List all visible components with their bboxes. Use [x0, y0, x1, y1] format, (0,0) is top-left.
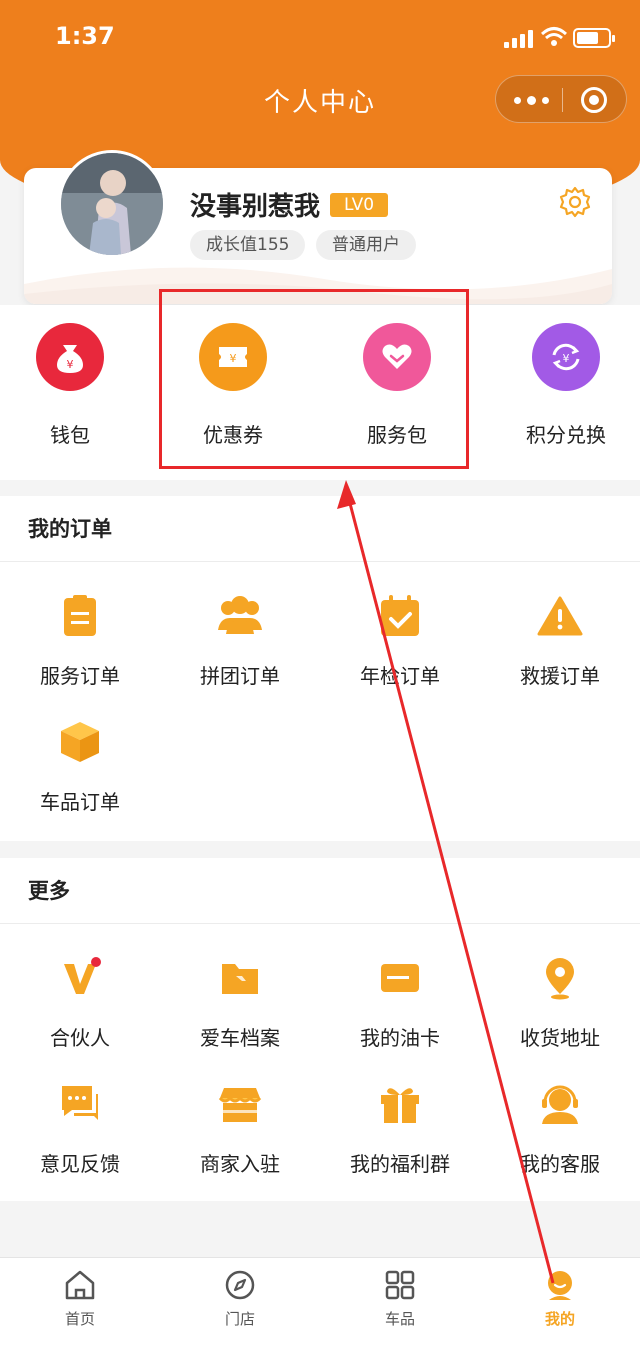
grid-label: 年检订单 — [360, 664, 440, 688]
tab-home[interactable]: 首页 — [0, 1268, 160, 1329]
grid-label: 爱车档案 — [200, 1026, 280, 1050]
section-title: 我的订单 — [0, 496, 640, 562]
avatar[interactable] — [58, 150, 166, 258]
my-orders-section: 我的订单 服务订单 拼团订单 年检订单 救援订单 车品订单 — [0, 496, 640, 841]
grid-label: 我的客服 — [520, 1152, 600, 1176]
tab-car-products[interactable]: 车品 — [320, 1268, 480, 1329]
order-item-rescue[interactable]: 救援订单 — [480, 592, 640, 689]
grid-label: 商家入驻 — [200, 1152, 280, 1176]
location-pin-icon — [536, 954, 584, 1002]
compass-icon — [223, 1268, 257, 1302]
annotation-highlight-box — [159, 289, 469, 469]
signal-icon — [504, 30, 534, 48]
gift-icon — [376, 1080, 424, 1128]
box-icon — [56, 718, 104, 766]
battery-icon — [573, 28, 615, 48]
grid-label: 我的福利群 — [350, 1152, 450, 1176]
grid-label: 合伙人 — [50, 1026, 110, 1050]
home-icon — [63, 1268, 97, 1302]
more-item-feedback[interactable]: 意见反馈 — [0, 1080, 160, 1177]
tab-label: 门店 — [224, 1310, 255, 1328]
grid-label: 拼团订单 — [200, 664, 280, 688]
clipboard-icon — [56, 592, 104, 640]
grid-label: 救援订单 — [520, 664, 600, 688]
more-item-fuel-card[interactable]: 我的油卡 — [320, 954, 480, 1051]
gear-icon[interactable] — [558, 185, 592, 219]
user-icon — [543, 1268, 577, 1302]
username: 没事别惹我 — [190, 192, 321, 222]
more-item-customer-service[interactable]: 我的客服 — [480, 1080, 640, 1177]
quick-item-wallet[interactable]: ¥ 钱包 — [0, 323, 140, 448]
tab-mine[interactable]: 我的 — [480, 1268, 640, 1329]
quick-item-points-exchange[interactable]: ¥ 积分兑换 — [496, 323, 636, 448]
svg-text:¥: ¥ — [67, 358, 74, 371]
chat-bubble-icon — [56, 1080, 104, 1128]
v-partner-icon — [56, 954, 104, 1002]
headset-icon — [536, 1080, 584, 1128]
more-item-car-archive[interactable]: 爱车档案 — [160, 954, 320, 1051]
grid-label: 我的油卡 — [360, 1026, 440, 1050]
more-item-partner[interactable]: 合伙人 — [0, 954, 160, 1051]
close-mini-program-icon[interactable] — [581, 87, 607, 113]
tab-stores[interactable]: 门店 — [160, 1268, 320, 1329]
quick-label: 钱包 — [50, 423, 90, 447]
user-type-tag: 普通用户 — [316, 230, 416, 260]
grid-label: 车品订单 — [40, 790, 120, 814]
order-item-car-products[interactable]: 车品订单 — [0, 718, 160, 815]
svg-text:¥: ¥ — [563, 352, 570, 365]
more-options-icon[interactable] — [514, 90, 550, 110]
warning-icon — [536, 592, 584, 640]
wifi-icon — [541, 27, 567, 46]
quick-label: 积分兑换 — [526, 423, 606, 447]
more-item-merchant-join[interactable]: 商家入驻 — [160, 1080, 320, 1177]
grid-label: 意见反馈 — [40, 1152, 120, 1176]
growth-value-tag: 成长值155 — [190, 230, 306, 260]
money-bag-icon: ¥ — [36, 323, 104, 391]
grid-label: 服务订单 — [40, 664, 120, 688]
group-icon — [216, 592, 264, 640]
status-time: 1:37 — [55, 22, 115, 50]
order-item-inspection[interactable]: 年检订单 — [320, 592, 480, 689]
order-item-group-buy[interactable]: 拼团订单 — [160, 592, 320, 689]
tab-label: 车品 — [384, 1310, 415, 1328]
grid-label: 收货地址 — [520, 1026, 600, 1050]
folder-icon — [216, 954, 264, 1002]
grid-icon — [383, 1268, 417, 1302]
mini-program-capsule — [495, 75, 627, 123]
tab-label: 首页 — [64, 1310, 95, 1328]
calendar-check-icon — [376, 592, 424, 640]
more-item-welfare-group[interactable]: 我的福利群 — [320, 1080, 480, 1177]
more-section: 更多 合伙人 爱车档案 我的油卡 收货地址 意见反馈 商家入驻 我的福利群 我的… — [0, 858, 640, 1201]
level-badge: LV0 — [330, 193, 388, 217]
store-icon — [216, 1080, 264, 1128]
card-icon — [376, 954, 424, 1002]
more-item-shipping-address[interactable]: 收货地址 — [480, 954, 640, 1051]
section-title: 更多 — [0, 858, 640, 924]
exchange-icon: ¥ — [532, 323, 600, 391]
tab-label: 我的 — [544, 1310, 575, 1328]
status-bar: 1:37 — [0, 0, 640, 70]
order-item-service[interactable]: 服务订单 — [0, 592, 160, 689]
bottom-tab-bar: 首页 门店 车品 我的 — [0, 1257, 640, 1353]
